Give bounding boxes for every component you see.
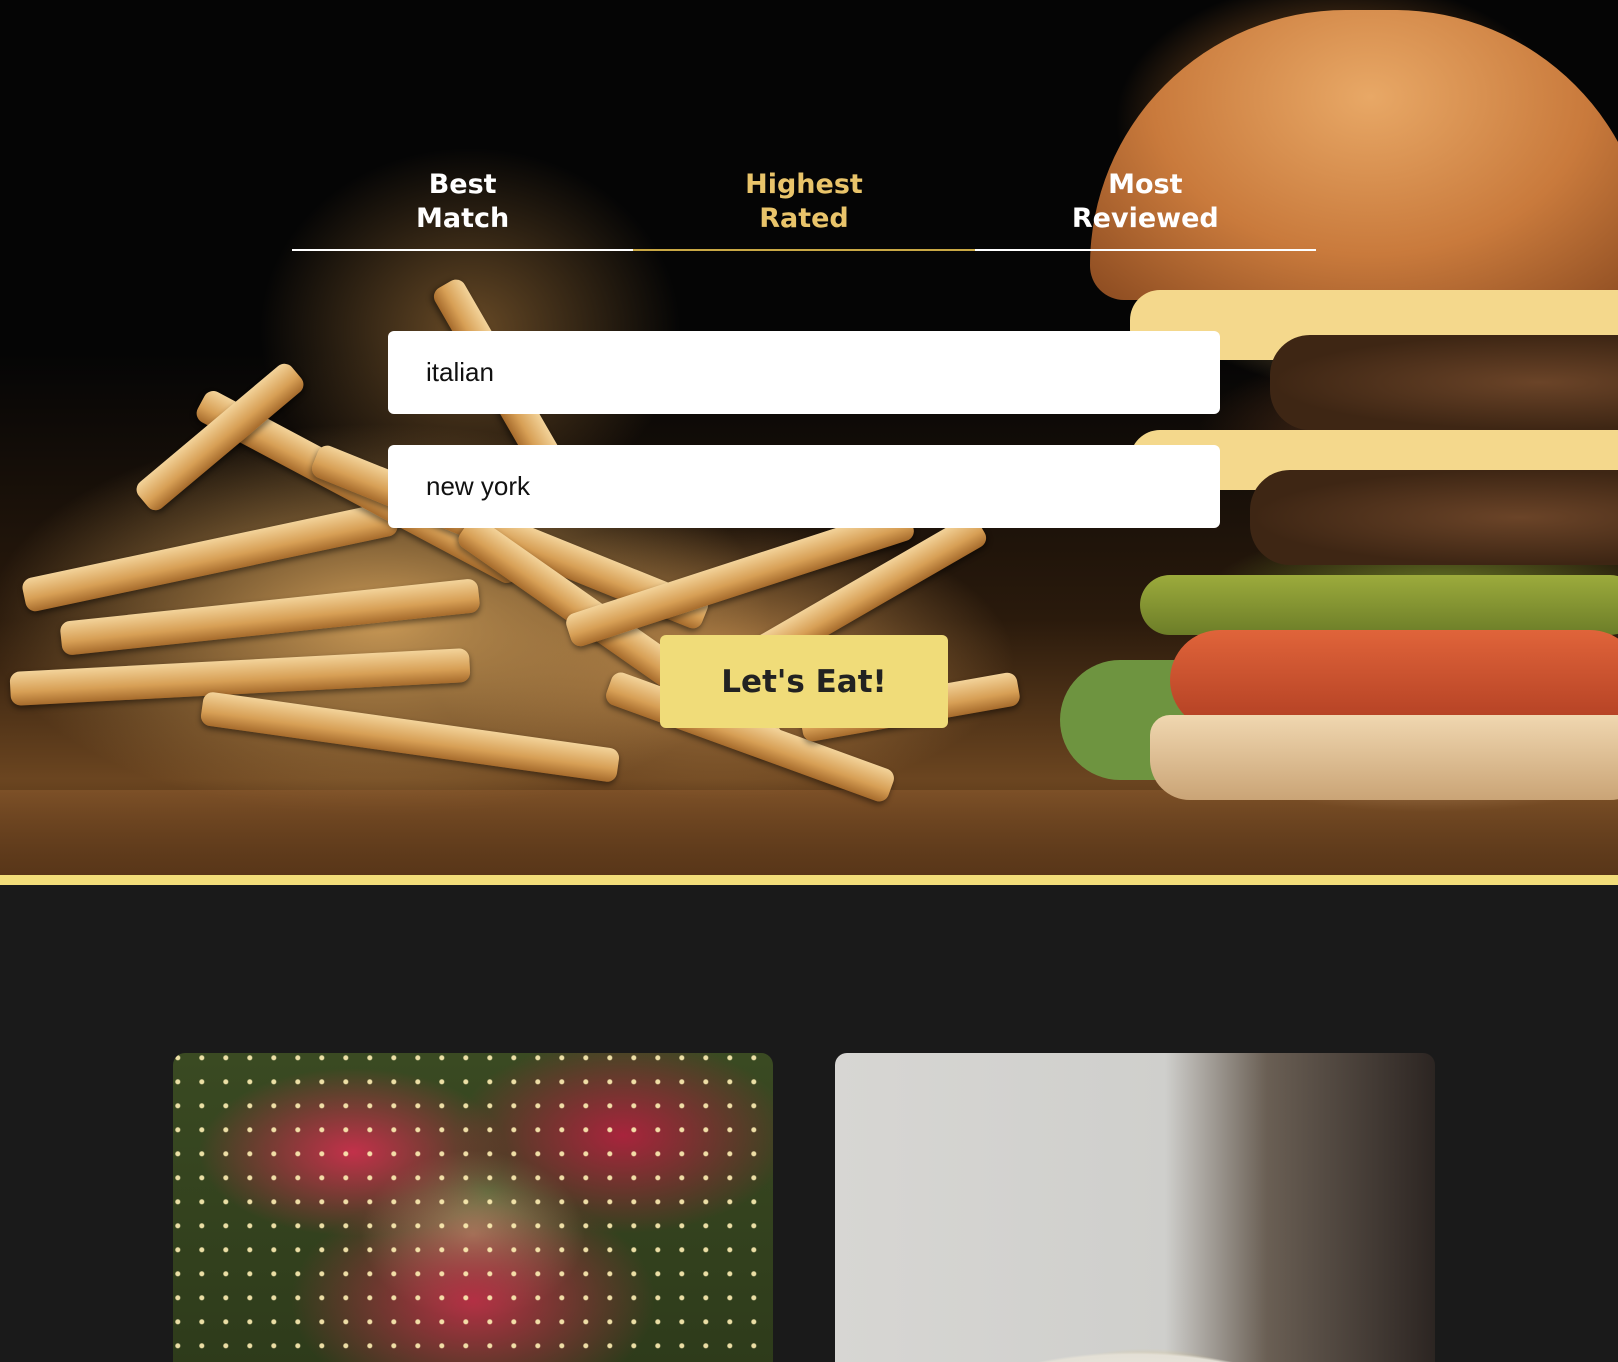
tab-highest-rated[interactable]: Highest Rated	[633, 168, 975, 251]
search-term-input[interactable]	[388, 331, 1220, 414]
tab-best-match[interactable]: Best Match	[292, 168, 634, 251]
hero-banner	[0, 0, 1618, 885]
burger-patty	[1270, 335, 1618, 430]
location-input[interactable]	[388, 445, 1220, 528]
restaurant-card-image[interactable]	[835, 1053, 1435, 1362]
tab-label: Best Match	[416, 169, 510, 234]
wooden-board	[0, 790, 1618, 875]
lets-eat-button[interactable]: Let's Eat!	[660, 635, 948, 728]
results-section	[0, 885, 1618, 1362]
sort-tabs: Best Match Highest Rated Most Reviewed	[292, 168, 1316, 251]
burger-bun-bottom	[1150, 715, 1618, 800]
tab-label: Most Reviewed	[1071, 169, 1219, 234]
burger-pickle	[1140, 575, 1618, 635]
burger-patty	[1250, 470, 1618, 565]
fry	[199, 690, 621, 784]
tab-most-reviewed[interactable]: Most Reviewed	[974, 168, 1316, 251]
burger-bun-top	[1090, 10, 1618, 300]
accent-divider	[0, 875, 1618, 885]
tab-label: Highest Rated	[745, 169, 863, 234]
restaurant-card-image[interactable]	[173, 1053, 773, 1362]
